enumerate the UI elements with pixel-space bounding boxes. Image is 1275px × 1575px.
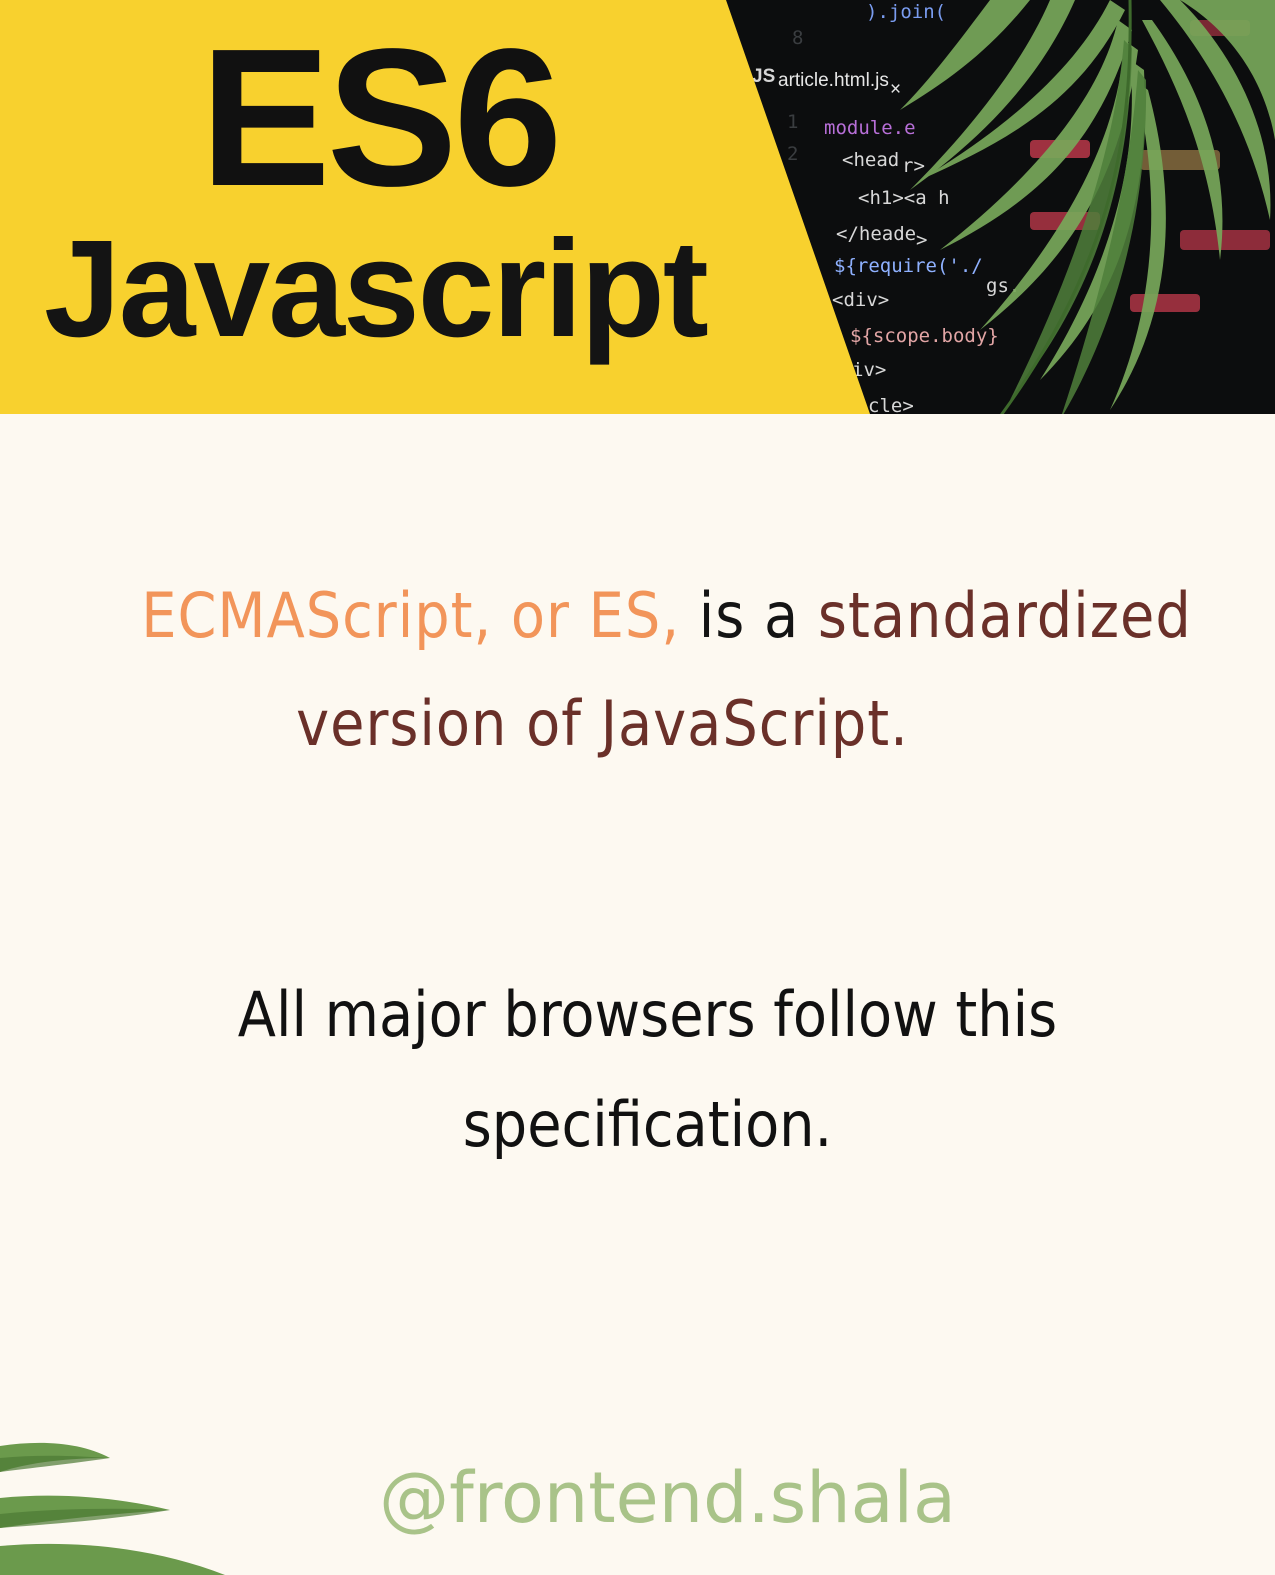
banner-title: ES6 bbox=[200, 8, 562, 227]
es-accent-text: ECMAScript, or ES, bbox=[141, 579, 681, 652]
intro-paragraph: ECMAScript, or ES, is a standardized ver… bbox=[0, 562, 1275, 778]
browsers-paragraph: All major browsers follow this specifica… bbox=[0, 960, 1275, 1180]
plain-text: is a bbox=[698, 579, 800, 652]
intro-line-2: version of JavaScript. bbox=[296, 687, 909, 760]
browsers-line-1: All major browsers follow this bbox=[237, 978, 1058, 1051]
banner-subtitle: Javascript bbox=[44, 212, 709, 366]
author-handle: @frontend.shala bbox=[379, 1457, 956, 1539]
browsers-line-2: specification. bbox=[462, 1088, 833, 1161]
brown-text: standardized bbox=[817, 579, 1192, 652]
header-banner: 8 1 2 JS article.html.js × ).join( modul… bbox=[0, 0, 1275, 414]
